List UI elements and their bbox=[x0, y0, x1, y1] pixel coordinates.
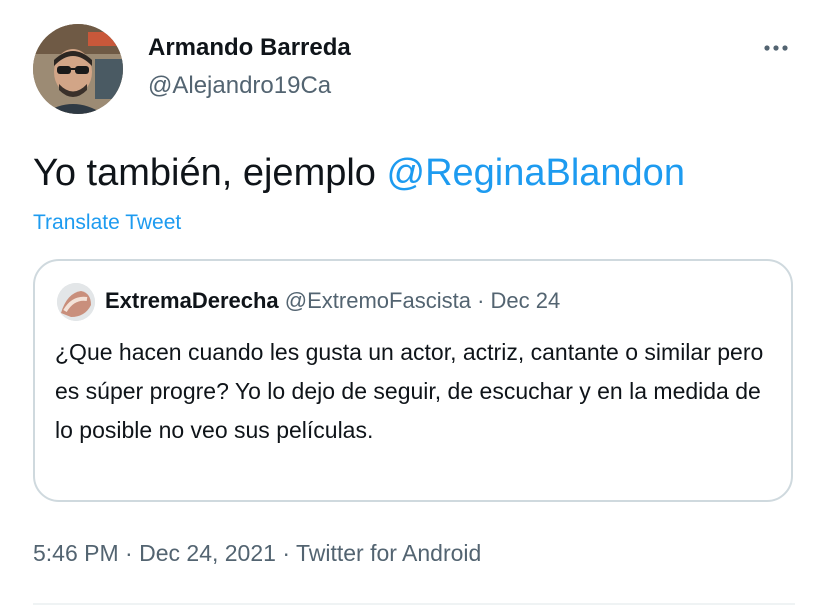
bottom-divider bbox=[33, 603, 795, 605]
more-horizontal-icon bbox=[764, 45, 788, 51]
quoted-tweet-header: ExtremaDerecha @ExtremoFascista · Dec 24 bbox=[105, 286, 560, 316]
quoted-tweet-date[interactable]: Dec 24 bbox=[491, 288, 561, 313]
author-avatar[interactable] bbox=[33, 24, 123, 114]
author-avatar-photo bbox=[33, 24, 123, 114]
quoted-author-avatar-photo bbox=[57, 283, 95, 321]
author-display-name[interactable]: Armando Barreda bbox=[148, 33, 351, 63]
meta-separator-1: · bbox=[118, 540, 140, 566]
meta-separator-2: · bbox=[275, 540, 296, 566]
quoted-separator: · bbox=[470, 288, 491, 313]
translate-tweet-link[interactable]: Translate Tweet bbox=[33, 209, 181, 237]
tweet-meta: 5:46 PM · Dec 24, 2021 · Twitter for And… bbox=[33, 538, 481, 568]
quoted-author-name[interactable]: ExtremaDerecha bbox=[105, 288, 279, 313]
tweet-text-body: Yo también, ejemplo bbox=[33, 152, 387, 194]
tweet-text: Yo también, ejemplo @ReginaBlandon bbox=[33, 150, 685, 196]
quoted-tweet-text: ¿Que hacen cuando les gusta un actor, ac… bbox=[55, 339, 764, 443]
quoted-tweet-card[interactable]: ExtremaDerecha @ExtremoFascista · Dec 24… bbox=[33, 259, 793, 502]
quoted-author-avatar[interactable] bbox=[57, 283, 95, 321]
tweet-time[interactable]: 5:46 PM bbox=[33, 540, 119, 566]
quoted-author-handle[interactable]: @ExtremoFascista bbox=[285, 288, 471, 313]
author-handle[interactable]: @Alejandro19Ca bbox=[148, 71, 331, 101]
more-options-button[interactable] bbox=[760, 34, 796, 62]
tweet-date[interactable]: Dec 24, 2021 bbox=[139, 540, 276, 566]
tweet-source: Twitter for Android bbox=[295, 540, 482, 566]
tweet-mention-link[interactable]: @ReginaBlandon bbox=[387, 152, 685, 194]
